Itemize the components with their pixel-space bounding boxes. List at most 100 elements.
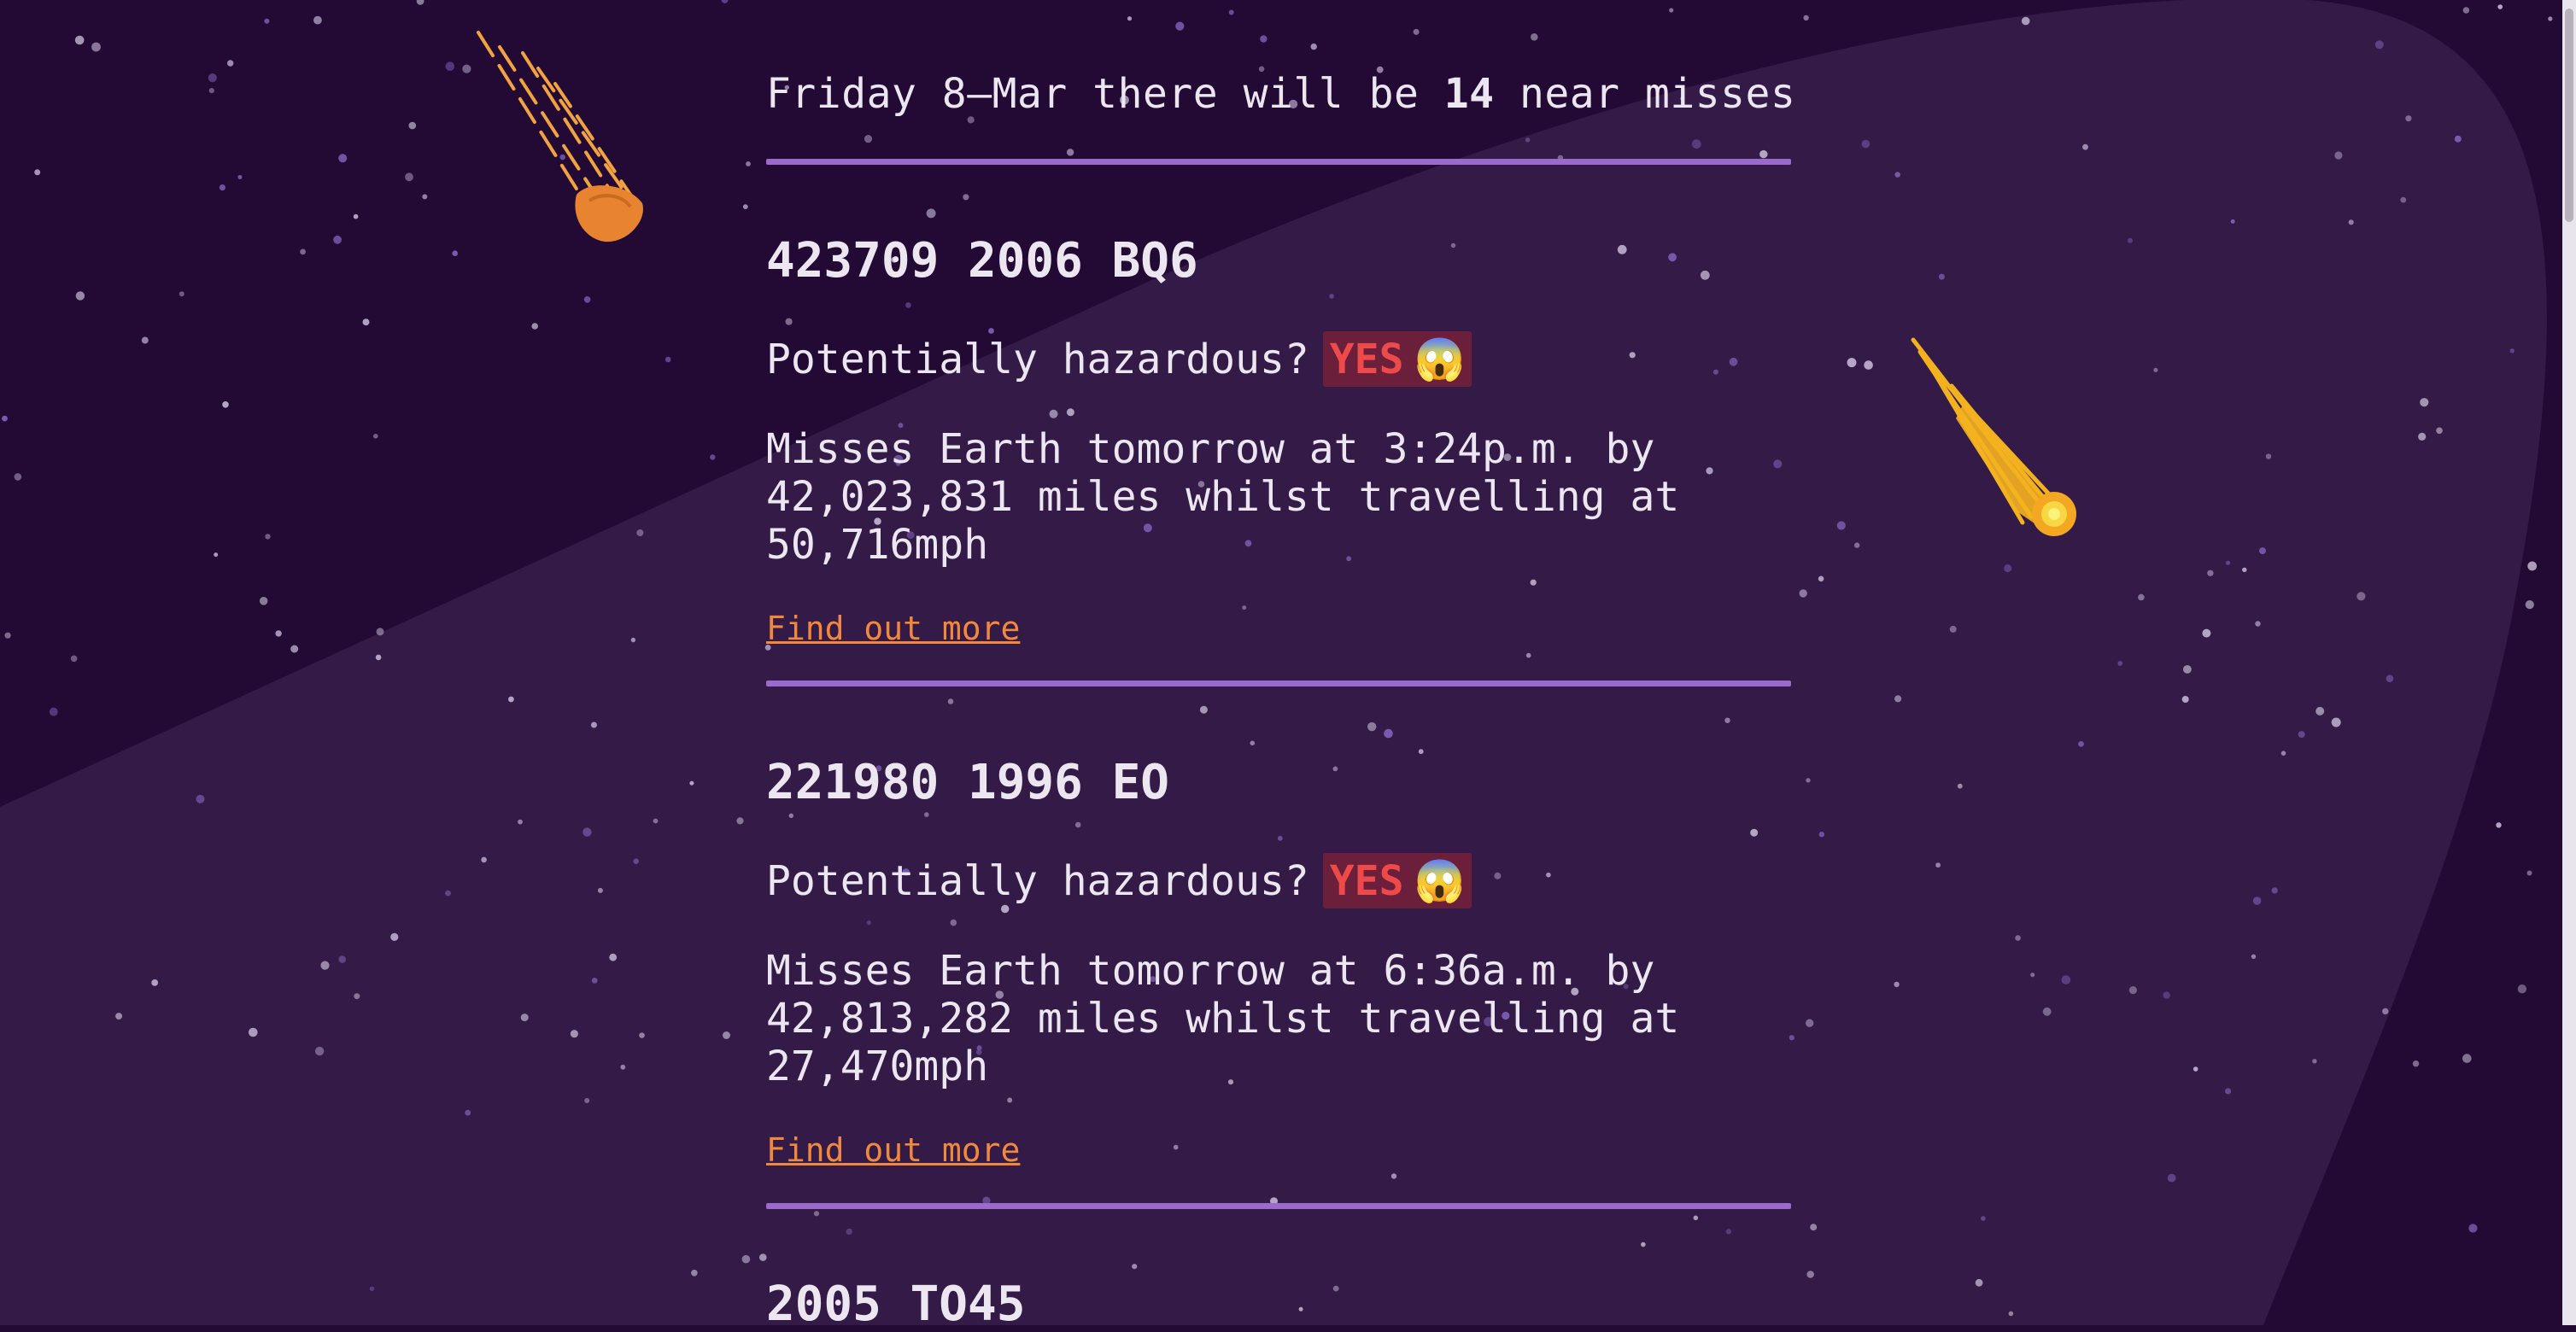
star [1525,652,1531,658]
scream-emoji-icon: 😱 [1414,336,1466,383]
star [1367,722,1377,732]
star [445,890,451,897]
star [1836,521,1846,530]
star [2271,887,2278,894]
star [1418,749,1424,755]
star [1530,579,1537,586]
star [1938,273,1945,280]
star [2315,706,2325,716]
star [2526,870,2532,876]
star [290,645,299,653]
star [2331,717,2341,727]
star [1759,149,1768,159]
star [2202,628,2211,638]
star [1007,1097,1013,1103]
star [2468,1224,2478,1233]
star [846,1228,852,1236]
star [736,817,744,825]
star [653,818,659,824]
star [1310,43,1317,50]
star [481,856,487,863]
star [34,169,41,176]
star [559,154,565,161]
star [2167,1173,2176,1183]
star [2251,954,2257,960]
near-miss-count: 14 [1443,70,1495,118]
star [141,336,149,344]
star [2225,1088,2232,1095]
find-out-more-link[interactable]: Find out more [766,610,1020,647]
vertical-scrollbar[interactable] [2562,0,2576,1325]
star [369,1286,375,1292]
star [1854,542,1860,548]
star [2298,731,2305,739]
star [1494,872,1502,879]
star [1861,139,1871,149]
star [1975,1278,1983,1287]
star [4,632,11,639]
star [2548,16,2553,21]
star [115,1013,123,1020]
miss-description: Misses Earth tomorrow at 3:24p.m. by 42,… [766,425,1680,569]
star [1228,9,1234,15]
star [866,920,871,926]
star [531,323,538,330]
star [1332,766,1338,772]
star [376,628,384,636]
star [405,172,413,182]
star [1332,1285,1339,1292]
star [237,175,243,179]
star [2255,621,2261,627]
star [1329,294,1334,299]
star [2128,237,2133,243]
hazard-label: Potentially hazardous? [766,857,1309,905]
star [633,858,639,864]
star [1668,253,1677,262]
scrollbar-thumb[interactable] [2565,9,2573,222]
star [1789,1035,1794,1041]
star [2405,115,2412,122]
star [2420,398,2429,407]
star [1525,137,1531,143]
asteroid-name: 2005 TO45 [766,1276,1026,1332]
star [2193,1066,2198,1072]
star [219,184,225,191]
find-out-more-link[interactable]: Find out more [766,1131,1020,1169]
star [746,161,751,166]
star [2334,151,2343,160]
star [813,1211,820,1217]
star [2225,560,2231,565]
star [639,1032,645,1038]
star [2412,1060,2420,1067]
star [963,194,969,201]
star [1691,139,1701,149]
star [1413,28,1420,35]
star [584,1098,590,1103]
star [1132,1264,1138,1270]
star [1384,728,1393,739]
star [1641,1241,1646,1247]
star [2382,1008,2389,1015]
star [74,35,85,45]
hazard-badge: YES 😱 [1322,331,1472,387]
star [1864,360,1873,370]
star [636,529,644,536]
star [520,1014,529,1022]
star [333,235,342,244]
star [2252,897,2262,905]
star [1298,1306,1303,1312]
star [742,204,748,210]
star [2386,675,2394,682]
star [570,1030,579,1038]
page-heading: Friday 8–Mar there will be 14 near misse… [766,70,1795,118]
star [1693,1215,1699,1221]
star [2230,219,2235,224]
star [338,955,347,963]
star [2153,367,2158,372]
star [1935,862,1941,868]
star [314,1046,325,1056]
star [320,961,330,970]
star [1242,605,1247,610]
star [2525,600,2534,610]
star [2242,567,2247,572]
